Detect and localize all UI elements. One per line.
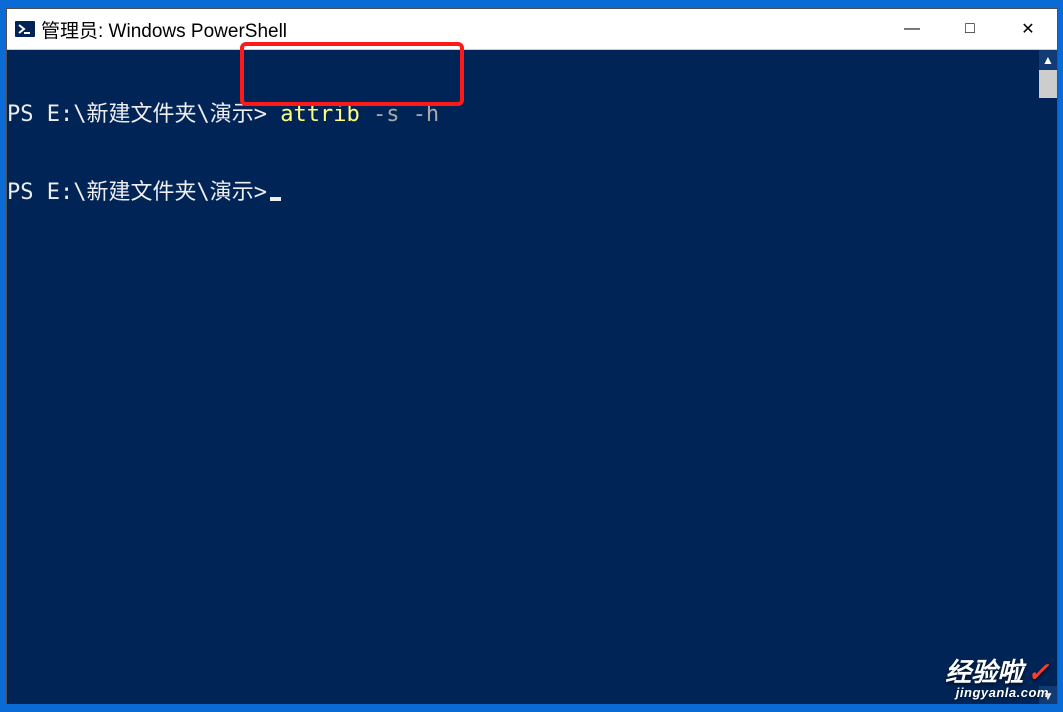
- prompt: PS E:\新建文件夹\演示>: [7, 180, 267, 205]
- command-text: attrib: [280, 102, 359, 127]
- terminal-line: PS E:\新建文件夹\演示> attrib -s -h: [7, 102, 1039, 128]
- desktop-background: 管理员: Windows PowerShell — □ ✕ PS E:\新建文件…: [0, 0, 1063, 712]
- powershell-icon: [15, 19, 35, 39]
- command-args: -s -h: [373, 102, 439, 127]
- window-title: 管理员: Windows PowerShell: [41, 16, 287, 43]
- scroll-down-button[interactable]: ▼: [1039, 686, 1057, 706]
- scroll-up-button[interactable]: ▲: [1039, 50, 1057, 70]
- terminal[interactable]: PS E:\新建文件夹\演示> attrib -s -h PS E:\新建文件夹…: [7, 50, 1039, 706]
- scrollbar-thumb[interactable]: [1039, 70, 1057, 98]
- maximize-button[interactable]: □: [941, 9, 999, 49]
- powershell-window: 管理员: Windows PowerShell — □ ✕ PS E:\新建文件…: [6, 8, 1058, 706]
- prompt: PS E:\新建文件夹\演示>: [7, 102, 267, 127]
- vertical-scrollbar[interactable]: ▲ ▼: [1039, 50, 1057, 706]
- scrollbar-track[interactable]: [1039, 70, 1057, 686]
- close-button[interactable]: ✕: [999, 9, 1057, 49]
- minimize-button[interactable]: —: [883, 9, 941, 49]
- titlebar[interactable]: 管理员: Windows PowerShell — □ ✕: [7, 9, 1057, 50]
- terminal-line: PS E:\新建文件夹\演示>: [7, 180, 1039, 206]
- cursor: [270, 197, 281, 201]
- client-area: PS E:\新建文件夹\演示> attrib -s -h PS E:\新建文件夹…: [7, 50, 1057, 706]
